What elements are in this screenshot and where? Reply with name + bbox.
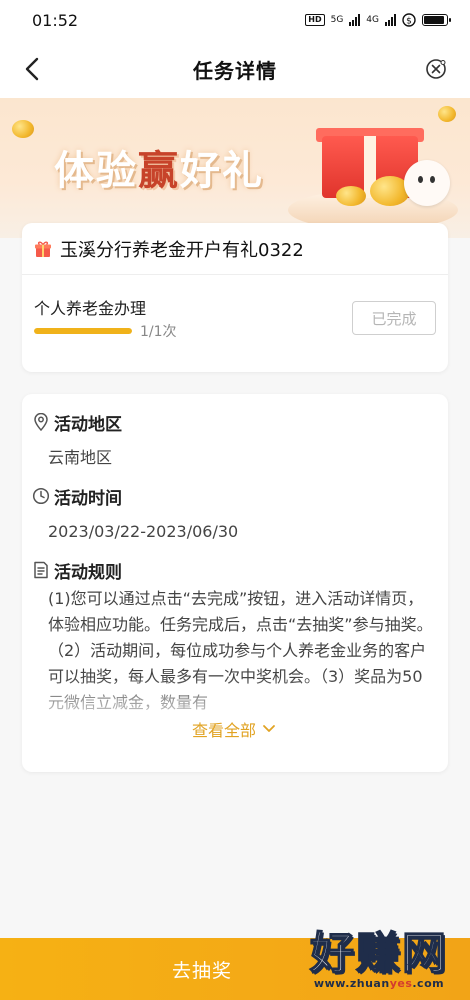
time-label: 活动时间 (54, 488, 122, 509)
page-title: 任务详情 (193, 58, 277, 83)
task-title: 玉溪分行养老金开户有礼0322 (60, 239, 304, 261)
draw-lottery-button[interactable]: 去抽奖 好赚网 www.zhuanyes.com (0, 930, 470, 1000)
close-circle-icon (426, 59, 446, 79)
chevron-left-icon (25, 57, 39, 81)
status-icons: HD 5G 4G $ (305, 13, 451, 27)
signal-4g-label: 4G (366, 15, 379, 25)
pay-shield-icon: $ (402, 13, 416, 27)
coin-decoration (438, 106, 456, 122)
svg-text:$: $ (406, 17, 412, 27)
activity-info-card: 活动地区 云南地区 活动时间 2023/03/22-2023/06/30 活动规… (22, 394, 448, 772)
back-button[interactable] (16, 53, 48, 85)
task-progress-fill (34, 328, 132, 334)
nav-bar: 任务详情 (0, 40, 470, 98)
watermark-logo-text: 好赚网 (309, 928, 448, 979)
coin-stack (336, 186, 366, 206)
clock-icon (32, 487, 50, 505)
mascot-illustration (404, 160, 450, 206)
promo-banner: 体验赢好礼 (0, 98, 470, 238)
banner-text-highlight: 赢 (138, 148, 180, 194)
rules-label: 活动规则 (54, 562, 122, 583)
chevron-down-icon (263, 725, 275, 732)
gift-icon (34, 240, 52, 258)
status-time: 01:52 (32, 10, 79, 30)
draw-lottery-label: 去抽奖 (171, 959, 232, 982)
task-progress-bar (34, 328, 132, 334)
task-item: 个人养老金办理 1/1次 已完成 (22, 275, 448, 371)
banner-text-start: 体验 (54, 148, 138, 194)
signal-5g-label: 5G (330, 15, 344, 25)
time-value: 2023/03/22-2023/06/30 (48, 522, 239, 541)
watermark-url: www.zhuanyes.com (313, 977, 445, 990)
view-all-link[interactable]: 查看全部 (32, 718, 436, 740)
rules-section-header: 活动规则 (32, 556, 436, 584)
time-section-header: 活动时间 (32, 482, 436, 510)
site-watermark: 好赚网 www.zhuanyes.com (309, 928, 448, 990)
task-card: 玉溪分行养老金开户有礼0322 个人养老金办理 1/1次 已完成 (22, 223, 448, 372)
banner-headline: 体验赢好礼 (54, 138, 264, 196)
signal-icon (349, 14, 361, 26)
banner-text-end: 好礼 (180, 148, 264, 194)
task-progress-text: 1/1次 (140, 324, 177, 340)
rules-text: (1)您可以通过点击“去完成”按钮，进入活动详情页，体验相应功能。任务完成后，点… (48, 589, 433, 712)
close-button[interactable] (424, 57, 448, 81)
location-pin-icon (32, 413, 50, 431)
region-value: 云南地区 (48, 448, 113, 467)
task-header: 玉溪分行养老金开户有礼0322 (22, 223, 448, 275)
region-section-header: 活动地区 (32, 408, 436, 436)
completed-button[interactable]: 已完成 (352, 301, 436, 335)
region-label: 活动地区 (54, 414, 122, 435)
hd-badge: HD (305, 14, 325, 26)
battery-level (424, 16, 444, 24)
status-bar: 01:52 HD 5G 4G $ (0, 0, 470, 40)
document-icon (32, 561, 50, 579)
signal-icon-2 (385, 14, 396, 26)
view-all-label: 查看全部 (191, 721, 256, 740)
task-item-name: 个人养老金办理 (34, 299, 147, 318)
coin-decoration (12, 120, 34, 138)
battery-icon (422, 14, 451, 26)
